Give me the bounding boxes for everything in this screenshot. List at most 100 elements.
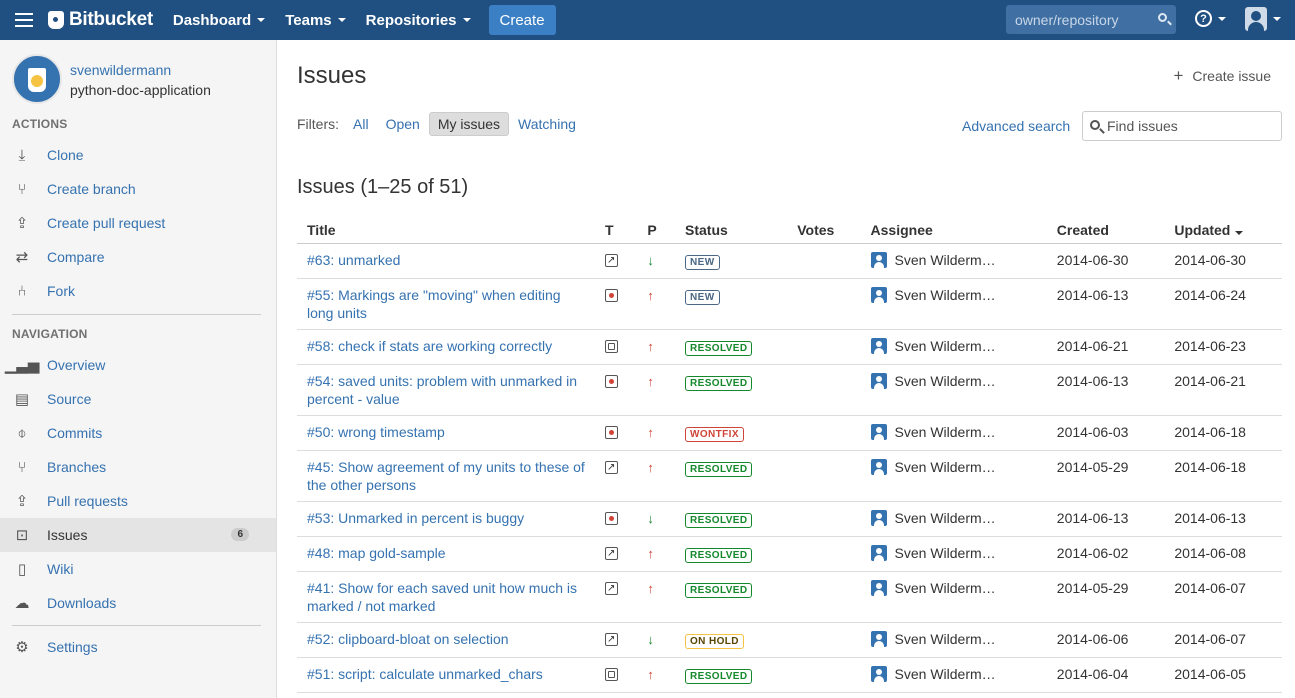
nav-teams[interactable]: Teams: [275, 0, 355, 40]
plus-icon: +: [1173, 66, 1184, 85]
filter-watching[interactable]: Watching: [510, 113, 584, 135]
issue-title-link[interactable]: #54: saved units: problem with unmarked …: [307, 373, 577, 407]
issue-status-cell: RESOLVED: [675, 657, 788, 693]
repository-owner-link[interactable]: svenwildermann: [70, 60, 211, 80]
column-assignee[interactable]: Assignee: [860, 217, 1047, 244]
nav-teams-label: Teams: [285, 11, 332, 29]
filter-open[interactable]: Open: [378, 113, 428, 135]
bitbucket-logo[interactable]: Bitbucket: [48, 0, 163, 40]
sidebar-item-label: Branches: [47, 459, 107, 475]
issue-title-link[interactable]: #53: Unmarked in percent is buggy: [307, 510, 524, 526]
sidebar-item-pull-requests[interactable]: ⇪ Pull requests: [0, 484, 276, 518]
created-date: 2014-06-06: [1056, 630, 1129, 647]
sidebar-item-branches[interactable]: ⑂ Branches: [0, 450, 276, 484]
issue-title-link[interactable]: #63: unmarked: [307, 252, 400, 268]
issue-title-link[interactable]: #51: script: calculate unmarked_chars: [307, 666, 543, 682]
search-icon: [1090, 120, 1100, 130]
table-row[interactable]: #63: unmarked ↓ NEW Sven Wilderm… 2014-06-30…: [297, 243, 1282, 279]
column-votes-label: Votes: [797, 221, 835, 238]
sort-descending-icon: [1235, 230, 1244, 235]
assignee-name[interactable]: Sven Wilderm…: [895, 337, 996, 355]
issue-assignee-cell: Sven Wilderm…: [860, 657, 1047, 693]
enhancement-icon: [605, 580, 618, 598]
table-row[interactable]: #54: saved units: problem with unmarked …: [297, 364, 1282, 416]
issue-assignee-cell: Sven Wilderm…: [860, 364, 1047, 416]
sidebar-item-fork[interactable]: ⑃ Fork: [0, 274, 276, 308]
hamburger-icon: [15, 13, 33, 27]
filter-my-issues[interactable]: My issues: [428, 112, 510, 136]
assignee-name[interactable]: Sven Wilderm…: [895, 423, 996, 441]
advanced-search-link[interactable]: Advanced search: [962, 118, 1070, 134]
assignee-name[interactable]: Sven Wilderm…: [895, 251, 996, 269]
assignee-name[interactable]: Sven Wilderm…: [895, 458, 996, 476]
issue-title-link[interactable]: #55: Markings are "moving" when editing …: [307, 287, 561, 321]
sidebar-item-label: Pull requests: [47, 493, 128, 509]
column-priority[interactable]: P: [637, 217, 675, 244]
assignee-name[interactable]: Sven Wilderm…: [895, 509, 996, 527]
sidebar-item-downloads[interactable]: ☁ Downloads: [0, 586, 276, 620]
chevron-down-icon: [257, 18, 266, 22]
repository-search-input[interactable]: owner/repository: [1006, 5, 1176, 34]
sidebar-item-compare[interactable]: ⇄ Compare: [0, 240, 276, 274]
nav-dashboard[interactable]: Dashboard: [163, 0, 275, 40]
sidebar-item-issues[interactable]: ⊡ Issues 6: [0, 518, 276, 552]
filters-label: Filters:: [297, 116, 339, 132]
table-row[interactable]: #51: script: calculate unmarked_chars ↑ RE…: [297, 657, 1282, 693]
column-title-label: Title: [307, 221, 336, 238]
issue-votes-cell: [787, 450, 861, 502]
column-type[interactable]: T: [595, 217, 638, 244]
issue-status-cell: NEW: [675, 243, 788, 279]
issue-title-link[interactable]: #58: check if stats are working correctl…: [307, 338, 552, 354]
issue-title-link[interactable]: #41: Show for each saved unit how much i…: [307, 580, 577, 614]
user-menu[interactable]: [1245, 7, 1281, 31]
find-issues-placeholder: Find issues: [1107, 118, 1178, 134]
column-title[interactable]: Title: [297, 217, 595, 244]
column-status[interactable]: Status: [675, 217, 788, 244]
column-created[interactable]: Created: [1046, 217, 1165, 244]
sidebar-item-overview[interactable]: ▁▃▅ Overview: [0, 348, 276, 382]
assignee-name[interactable]: Sven Wilderm…: [895, 372, 996, 390]
create-button[interactable]: Create: [488, 5, 556, 35]
sidebar-item-create-pull-request[interactable]: ⇪ Create pull request: [0, 206, 276, 240]
table-row[interactable]: #45: Show agreement of my units to these…: [297, 450, 1282, 502]
assignee-name[interactable]: Sven Wilderm…: [895, 630, 996, 648]
sidebar-item-commits[interactable]: ⌽ Commits: [0, 416, 276, 450]
column-type-label: T: [605, 221, 614, 238]
assignee-name[interactable]: Sven Wilderm…: [895, 544, 996, 562]
repository-avatar[interactable]: [12, 54, 62, 104]
sidebar-item-create-branch[interactable]: ⑂ Create branch: [0, 172, 276, 206]
issue-title-link[interactable]: #52: clipboard-bloat on selection: [307, 631, 509, 647]
find-issues-input[interactable]: Find issues: [1082, 111, 1282, 141]
table-row[interactable]: #50: wrong timestamp ↑ WONTFIX Sven Wilderm…: [297, 415, 1282, 451]
column-updated[interactable]: Updated: [1164, 217, 1282, 244]
repository-name[interactable]: python-doc-application: [70, 80, 211, 100]
sidebar-item-wiki[interactable]: ▯ Wiki: [0, 552, 276, 586]
column-votes[interactable]: Votes: [787, 217, 861, 244]
create-issue-button[interactable]: + Create issue: [1173, 66, 1271, 86]
issue-priority-cell: ↓: [637, 622, 675, 658]
assignee-name[interactable]: Sven Wilderm…: [895, 665, 996, 683]
table-row[interactable]: #41: Show for each saved unit how much i…: [297, 571, 1282, 623]
issue-title-link[interactable]: #50: wrong timestamp: [307, 424, 445, 440]
assignee-name[interactable]: Sven Wilderm…: [895, 286, 996, 304]
issue-votes-cell: [787, 415, 861, 451]
help-menu[interactable]: ?: [1195, 10, 1226, 27]
priority-major-arrow-up-icon: ↑: [647, 424, 654, 440]
table-row[interactable]: #55: Markings are "moving" when editing …: [297, 278, 1282, 330]
table-row[interactable]: #58: check if stats are working correctl…: [297, 329, 1282, 365]
sidebar-item-settings[interactable]: ⚙ Settings: [0, 630, 276, 664]
updated-date: 2014-06-18: [1174, 458, 1246, 475]
table-row[interactable]: #53: Unmarked in percent is buggy ↓ RESOLV…: [297, 501, 1282, 537]
sidebar-item-source[interactable]: ▤ Source: [0, 382, 276, 416]
menu-button[interactable]: [0, 0, 48, 40]
issue-assignee-cell: Sven Wilderm…: [860, 329, 1047, 365]
sidebar-item-label: Downloads: [47, 595, 117, 611]
issue-title-link[interactable]: #48: map gold-sample: [307, 545, 446, 561]
table-row[interactable]: #52: clipboard-bloat on selection ↓ ON HOL…: [297, 622, 1282, 658]
table-row[interactable]: #48: map gold-sample ↑ RESOLVED Sven Wilder…: [297, 536, 1282, 572]
filter-all[interactable]: All: [345, 113, 377, 135]
assignee-name[interactable]: Sven Wilderm…: [895, 579, 996, 597]
nav-repositories[interactable]: Repositories: [356, 0, 481, 40]
sidebar-item-clone[interactable]: ⤓ Clone: [0, 138, 276, 172]
issue-title-link[interactable]: #45: Show agreement of my units to these…: [307, 459, 585, 493]
